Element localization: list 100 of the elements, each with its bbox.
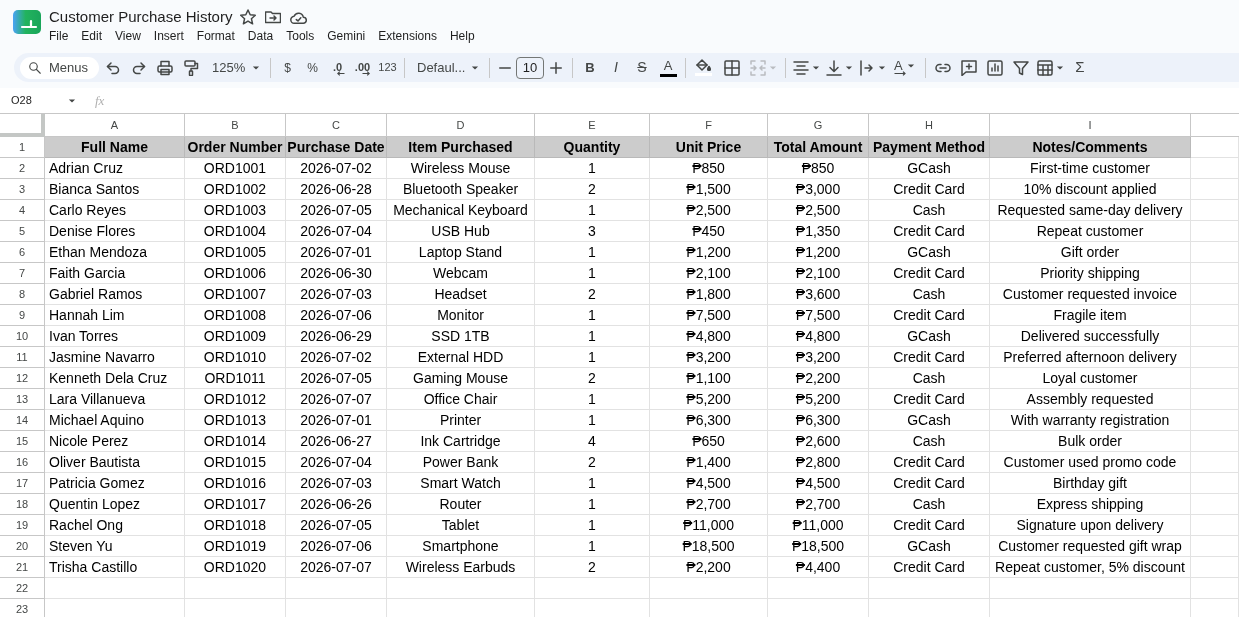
table-cell: ₱11,000 xyxy=(650,515,768,536)
text-rotation-button[interactable]: A xyxy=(889,54,921,81)
row-number[interactable]: 3 xyxy=(0,179,45,200)
table-cell: 2026-07-01 xyxy=(286,242,387,263)
row-number[interactable]: 20 xyxy=(0,536,45,557)
table-cell: ₱1,500 xyxy=(650,179,768,200)
menu-item[interactable]: Extensions xyxy=(378,28,437,44)
table-cell: 1 xyxy=(535,200,650,221)
table-cell: ORD1012 xyxy=(185,389,286,410)
row-number[interactable]: 11 xyxy=(0,347,45,368)
row-number[interactable]: 15 xyxy=(0,431,45,452)
grid-square-icon xyxy=(724,59,740,76)
table-cell: 1 xyxy=(535,242,650,263)
row-number[interactable]: 10 xyxy=(0,326,45,347)
menu-item[interactable]: Gemini xyxy=(327,28,366,44)
table-cell: Patricia Gomez xyxy=(45,473,185,494)
cloud-check-icon[interactable] xyxy=(290,10,308,24)
empty-cell xyxy=(1191,347,1239,368)
table-cell: ₱18,500 xyxy=(768,536,869,557)
row-number[interactable]: 19 xyxy=(0,515,45,536)
row-number[interactable]: 18 xyxy=(0,494,45,515)
table-cell: GCash xyxy=(869,536,990,557)
table-cell: 1 xyxy=(535,347,650,368)
table-cell: Credit Card xyxy=(869,347,990,368)
zoom-dropdown[interactable]: 125% xyxy=(204,54,266,81)
table-cell: Repeat customer xyxy=(990,221,1191,242)
menu-item[interactable]: File xyxy=(49,28,69,44)
menu-item[interactable]: Format xyxy=(196,28,235,44)
table-cell: SSD 1TB xyxy=(387,326,535,347)
row-number[interactable]: 8 xyxy=(0,284,45,305)
italic-button[interactable]: I xyxy=(603,54,629,81)
row-number[interactable]: 22 xyxy=(0,578,45,599)
menu-item[interactable]: Help xyxy=(449,28,475,44)
bar-chart-icon xyxy=(987,59,1003,76)
table-cell: ₱2,800 xyxy=(768,452,869,473)
row-number[interactable]: 13 xyxy=(0,389,45,410)
row-number[interactable]: 17 xyxy=(0,473,45,494)
header-cell: Notes/Comments xyxy=(990,137,1191,158)
menu-search-field[interactable]: Menus xyxy=(20,56,99,79)
menu-item[interactable]: Tools xyxy=(286,28,315,44)
row-number[interactable]: 14 xyxy=(0,410,45,431)
table-cell: 2 xyxy=(535,557,650,578)
row-number[interactable]: 2 xyxy=(0,158,45,179)
folder-arrow-icon[interactable] xyxy=(265,10,282,24)
plus-icon xyxy=(550,61,562,74)
table-cell: Priority shipping xyxy=(990,263,1191,284)
table-cell: ₱5,200 xyxy=(768,389,869,410)
table-cell: 4 xyxy=(535,431,650,452)
functions-button[interactable]: Σ xyxy=(1067,54,1093,81)
increase-decimal-button[interactable]: .00 xyxy=(350,54,375,81)
table-cell: ORD1001 xyxy=(185,158,286,179)
menu-item[interactable]: Insert xyxy=(153,28,184,44)
table-cell: Preferred afternoon delivery xyxy=(990,347,1191,368)
star-icon[interactable] xyxy=(240,9,257,25)
empty-cell xyxy=(1191,242,1239,263)
table-cell: 1 xyxy=(535,158,650,179)
table-cell: ₱4,500 xyxy=(650,473,768,494)
row-number[interactable]: 16 xyxy=(0,452,45,473)
table-cell: 2026-06-26 xyxy=(286,494,387,515)
menu-item[interactable]: Data xyxy=(247,28,274,44)
table-cell: ₱6,300 xyxy=(650,410,768,431)
table-cell: ORD1017 xyxy=(185,494,286,515)
decrease-decimal-button[interactable]: .0 xyxy=(325,54,350,81)
percent-button[interactable]: % xyxy=(300,54,325,81)
strikethrough-button[interactable]: S xyxy=(629,54,655,81)
row-number[interactable]: 4 xyxy=(0,200,45,221)
table-cell: Oliver Bautista xyxy=(45,452,185,473)
bold-button[interactable]: B xyxy=(577,54,603,81)
name-box[interactable]: O28 xyxy=(0,89,80,112)
table-cell: 10% discount applied xyxy=(990,179,1191,200)
currency-button[interactable]: $ xyxy=(275,54,300,81)
table-cell: ₱7,500 xyxy=(768,305,869,326)
menu-item[interactable]: View xyxy=(115,28,141,44)
table-cell: ORD1005 xyxy=(185,242,286,263)
undo-icon xyxy=(105,59,121,76)
row-number[interactable]: 9 xyxy=(0,305,45,326)
table-cell: ₱1,100 xyxy=(650,368,768,389)
caret-icon xyxy=(252,65,260,70)
row-number[interactable]: 12 xyxy=(0,368,45,389)
row-number[interactable]: 21 xyxy=(0,557,45,578)
table-cell: ₱2,500 xyxy=(650,200,768,221)
table-cell: Credit Card xyxy=(869,179,990,200)
header-cell: Order Number xyxy=(185,137,286,158)
row-number[interactable]: 7 xyxy=(0,263,45,284)
document-title[interactable]: Customer Purchase History xyxy=(49,7,233,27)
table-cell: Hannah Lim xyxy=(45,305,185,326)
text-color-button[interactable]: A xyxy=(655,54,681,81)
menu-item[interactable]: Edit xyxy=(81,28,103,44)
right-arrow-icon xyxy=(362,70,370,76)
row-number[interactable]: 5 xyxy=(0,221,45,242)
table-cell: ORD1003 xyxy=(185,200,286,221)
row-number[interactable]: 23 xyxy=(0,599,45,617)
font-dropdown[interactable]: Defaul... xyxy=(409,54,485,81)
empty-cell xyxy=(1191,305,1239,326)
font-size-field[interactable]: 10 xyxy=(516,56,544,79)
row-number[interactable]: 6 xyxy=(0,242,45,263)
comment-plus-icon xyxy=(961,59,977,76)
table-cell: ₱11,000 xyxy=(768,515,869,536)
table-cell: Delivered successfully xyxy=(990,326,1191,347)
more-formats-button[interactable]: 123 xyxy=(375,54,400,81)
